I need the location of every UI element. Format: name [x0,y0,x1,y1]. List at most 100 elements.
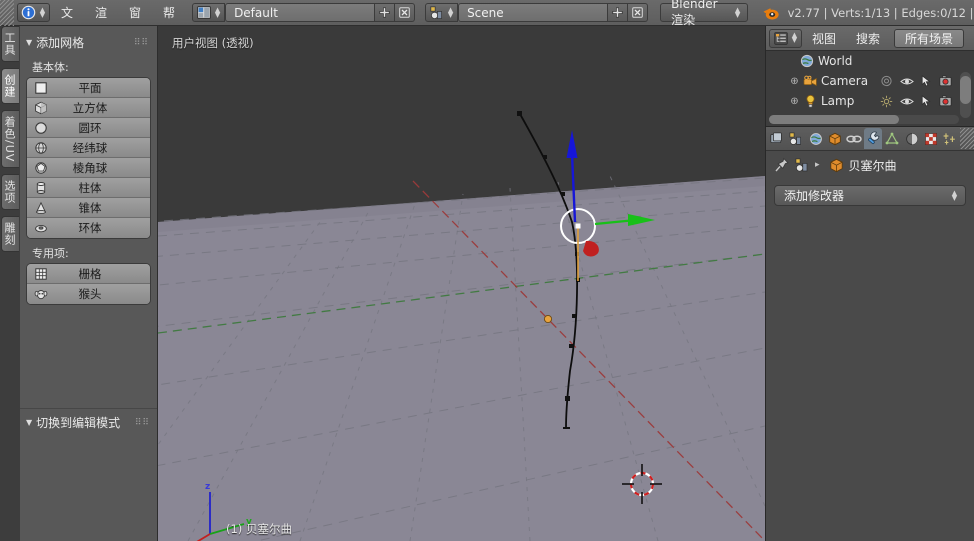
menu-window[interactable]: 窗口 [118,0,152,46]
lamp-data-icon[interactable] [880,95,893,108]
screen-layout-icon[interactable]: ▲ ▼ [192,3,226,22]
toolshelf-tab-shading-uv[interactable]: 着色/UV [1,110,19,169]
render-icon[interactable] [939,75,952,87]
properties-tab-texture[interactable] [922,128,940,149]
delete-scene-button[interactable] [628,3,649,22]
add-scene-button[interactable] [608,3,629,22]
outliner-name-lamp: Lamp [821,94,855,108]
delete-screen-layout-button[interactable] [395,3,416,22]
breadcrumb-scene-icon[interactable] [795,158,810,173]
outliner-mode-spinner[interactable]: ▲ ▼ [790,32,799,44]
add-circle-button[interactable]: 圆环 [27,118,150,138]
render-engine-label: Blender 渲染 [671,0,718,27]
toolshelf-tab-options[interactable]: 选项 [1,174,19,211]
status-statistics: v2.77 | Verts:1/13 | Edges:0/12 | Faces:… [787,5,974,20]
menu-file[interactable]: 文件 [50,0,84,46]
render-engine-spinner[interactable]: ▲ ▼ [735,6,741,18]
viewport-object-label: (1) 贝塞尔曲 [226,522,292,536]
add-monkey-button[interactable]: 猴头 [27,284,150,304]
add-cone-button[interactable]: 锥体 [27,198,150,218]
axis-label-z: z [205,482,210,492]
add-plane-button[interactable]: 平面 [27,78,150,98]
screen-layout-spinner[interactable]: ▲ ▼ [213,6,222,18]
toolshelf-tab-tools[interactable]: 工具 [1,26,19,62]
switch-to-edit-mode-header[interactable]: ▼ 切换到编辑模式 ⠿⠿ [20,409,157,433]
properties-tab-render-layers[interactable] [787,128,805,149]
properties-tab-object[interactable] [826,128,844,149]
eye-icon[interactable] [900,96,914,107]
add-modifier-dropdown[interactable]: 添加修改器 ▲ ▼ [774,185,966,206]
viewport-view-label: 用户视图 (透视) [172,36,254,50]
scene-spinner[interactable]: ▲ ▼ [446,6,455,18]
add-modifier-label: 添加修改器 [784,189,845,203]
outliner-mode-icon[interactable]: ▲ ▼ [769,28,802,48]
panel-drag-grip[interactable]: ⠿⠿ [134,38,149,48]
outliner-row-camera[interactable]: ⊕ Camera [766,71,974,91]
outliner-restrict-lamp [880,95,952,108]
add-monkey-label: 猴头 [78,287,102,301]
viewport-scene: z y x [158,26,765,541]
render-icon[interactable] [939,95,952,107]
properties-object-name: 贝塞尔曲 [848,158,897,173]
properties-editor: ▸ 贝塞尔曲 添加修改器 ▲ ▼ [765,126,974,541]
expand-toggle-icon[interactable]: ⊕ [788,96,801,107]
switch-to-edit-mode-title: 切换到编辑模式 [36,416,121,430]
outliner-menu-view[interactable]: 视图 [802,30,846,47]
scrollbar-thumb[interactable] [769,115,899,124]
add-cube-button[interactable]: 立方体 [27,98,150,118]
cursor-icon[interactable] [921,95,932,107]
add-modifier-spinner[interactable]: ▲ ▼ [950,189,959,201]
3d-viewport[interactable]: z y x 用户视图 (透视) (1) 贝塞尔曲 [158,26,765,541]
object-icon [829,158,844,173]
add-plane-label: 平面 [78,80,102,95]
expand-toggle-icon[interactable]: ⊕ [788,76,801,87]
outliner-vertical-scrollbar[interactable] [960,72,971,118]
add-icosphere-label: 棱角球 [72,160,108,175]
scrollbar-thumb[interactable] [960,76,971,104]
properties-tab-particles[interactable] [941,128,959,149]
add-torus-button[interactable]: 环体 [27,218,150,238]
panel-drag-grip[interactable]: ⠿⠿ [135,418,150,428]
outliner-row-world[interactable]: World [766,51,974,71]
add-mesh-panel-header[interactable]: ▼ 添加网格 ⠿⠿ [20,32,157,53]
properties-tab-material[interactable] [902,128,920,149]
cursor-icon[interactable] [921,75,932,87]
menu-render[interactable]: 渲染 [84,0,118,46]
properties-corner-grip[interactable] [960,128,974,149]
outliner-scene-filter[interactable]: 所有场景 [894,28,965,48]
add-icosphere-button[interactable]: 棱角球 [27,158,150,178]
outliner-menu-search[interactable]: 搜索 [846,30,890,47]
eye-icon[interactable] [900,76,914,87]
properties-tab-modifier[interactable] [864,128,883,149]
window-corner-grip[interactable] [0,0,14,26]
properties-tab-world[interactable] [806,128,824,149]
render-engine-dropdown[interactable]: Blender 渲染 ▲ ▼ [660,0,748,27]
mesh-cone-icon [30,201,52,215]
mesh-cube-icon [30,101,52,115]
scene-field[interactable]: Scene [458,3,609,22]
toolshelf-panel: ▼ 添加网格 ⠿⠿ 基本体: 平面 立方体 圆环 经纬球 棱角球 柱体 锥体 环… [20,26,158,541]
outliner-horizontal-scrollbar[interactable] [769,115,959,124]
properties-tab-constraints[interactable] [845,128,863,149]
properties-tab-data[interactable] [883,128,901,149]
toolshelf-tab-sculpt[interactable]: 雕刻 [1,216,19,253]
properties-tab-bar [766,127,974,151]
outliner-name-camera: Camera [821,74,869,88]
outliner-header: ▲ ▼ 视图 搜索 所有场景 [766,26,974,51]
editor-type-spinner[interactable]: ▲ ▼ [38,6,47,18]
pin-icon[interactable] [774,157,790,173]
add-grid-button[interactable]: 栅格 [27,264,150,284]
outliner-row-lamp[interactable]: ⊕ Lamp [766,91,974,111]
add-grid-label: 栅格 [78,266,102,281]
editor-type-selector[interactable]: ▲ ▼ [17,3,50,22]
properties-tab-render[interactable] [768,128,786,149]
add-screen-layout-button[interactable] [375,3,396,22]
menu-help[interactable]: 帮助 [152,0,186,46]
outliner-editor: ▲ ▼ 视图 搜索 所有场景 World ⊕ Camera ⊕ Lamp [765,26,974,126]
scene-icon[interactable]: ▲ ▼ [425,3,459,22]
add-cylinder-button[interactable]: 柱体 [27,178,150,198]
camera-data-icon[interactable] [880,75,893,87]
add-uvsphere-button[interactable]: 经纬球 [27,138,150,158]
toolshelf-tab-create[interactable]: 创建 [1,68,19,104]
screen-layout-field[interactable]: Default [225,3,376,22]
